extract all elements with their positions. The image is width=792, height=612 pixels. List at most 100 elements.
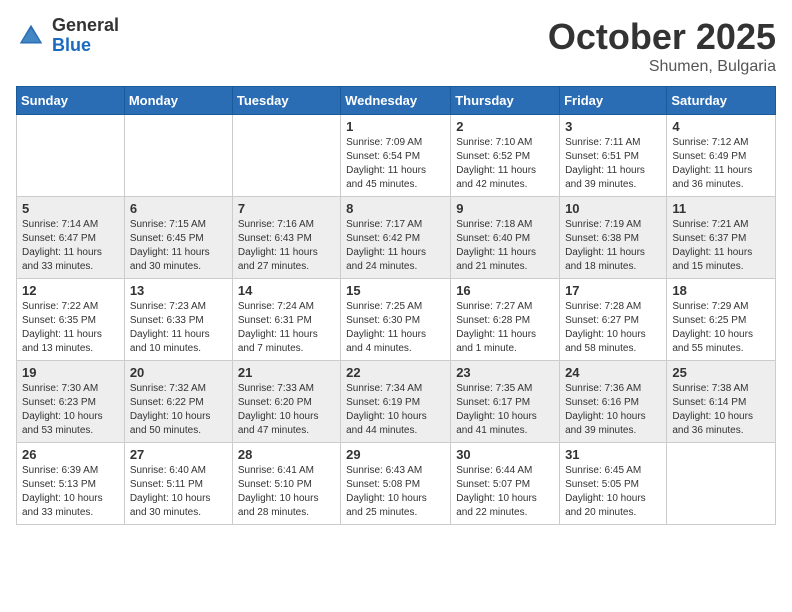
day-info: Sunrise: 7:33 AM Sunset: 6:20 PM Dayligh… [238,382,335,438]
day-info: Sunrise: 7:32 AM Sunset: 6:22 PM Dayligh… [130,382,227,438]
calendar-cell: 13 Sunrise: 7:23 AM Sunset: 6:33 PM Dayli… [124,279,232,361]
day-info: Sunrise: 7:30 AM Sunset: 6:23 PM Dayligh… [22,382,119,438]
day-info: Sunrise: 7:28 AM Sunset: 6:27 PM Dayligh… [565,300,661,356]
calendar-cell: 10 Sunrise: 7:19 AM Sunset: 6:38 PM Dayli… [560,197,667,279]
day-number: 25 [672,365,770,380]
day-info: Sunrise: 7:09 AM Sunset: 6:54 PM Dayligh… [346,136,445,192]
week-row-3: 12Sunrise: 7:22 AM Sunset: 6:35 PM Dayli… [17,279,776,361]
day-number: 24 [565,365,661,380]
calendar-cell: 4 Sunrise: 7:12 AM Sunset: 6:49 PM Daylig… [667,115,776,197]
header-day-monday: Monday [124,87,232,115]
calendar-cell: 31 Sunrise: 6:45 AM Sunset: 5:05 PM Dayli… [560,443,667,525]
day-info: Sunrise: 7:10 AM Sunset: 6:52 PM Dayligh… [456,136,554,192]
calendar-cell: 5Sunrise: 7:14 AM Sunset: 6:47 PM Daylig… [17,197,125,279]
calendar-cell [124,115,232,197]
day-number: 5 [22,201,119,216]
day-number: 9 [456,201,554,216]
day-number: 7 [238,201,335,216]
day-number: 26 [22,447,119,462]
day-number: 14 [238,283,335,298]
day-number: 30 [456,447,554,462]
day-info: Sunrise: 7:35 AM Sunset: 6:17 PM Dayligh… [456,382,554,438]
day-info: Sunrise: 7:18 AM Sunset: 6:40 PM Dayligh… [456,218,554,274]
header-row: SundayMondayTuesdayWednesdayThursdayFrid… [17,87,776,115]
calendar-cell: 11 Sunrise: 7:21 AM Sunset: 6:37 PM Dayli… [667,197,776,279]
day-number: 3 [565,119,661,134]
day-number: 22 [346,365,445,380]
calendar-cell: 2 Sunrise: 7:10 AM Sunset: 6:52 PM Daylig… [451,115,560,197]
calendar-cell: 8Sunrise: 7:17 AM Sunset: 6:42 PM Daylig… [341,197,451,279]
day-number: 31 [565,447,661,462]
header-day-friday: Friday [560,87,667,115]
calendar-cell: 21 Sunrise: 7:33 AM Sunset: 6:20 PM Dayli… [232,361,340,443]
day-number: 8 [346,201,445,216]
header-day-wednesday: Wednesday [341,87,451,115]
day-number: 4 [672,119,770,134]
day-number: 11 [672,201,770,216]
day-info: Sunrise: 6:45 AM Sunset: 5:05 PM Dayligh… [565,464,661,520]
header-day-tuesday: Tuesday [232,87,340,115]
location-title: Shumen, Bulgaria [548,58,776,76]
day-number: 23 [456,365,554,380]
day-info: Sunrise: 7:38 AM Sunset: 6:14 PM Dayligh… [672,382,770,438]
day-number: 21 [238,365,335,380]
calendar-cell: 30 Sunrise: 6:44 AM Sunset: 5:07 PM Dayli… [451,443,560,525]
day-info: Sunrise: 7:19 AM Sunset: 6:38 PM Dayligh… [565,218,661,274]
header: General Blue October 2025 Shumen, Bulgar… [16,16,776,76]
day-number: 12 [22,283,119,298]
calendar-table: SundayMondayTuesdayWednesdayThursdayFrid… [16,86,776,525]
calendar-cell: 18 Sunrise: 7:29 AM Sunset: 6:25 PM Dayli… [667,279,776,361]
calendar-cell: 1Sunrise: 7:09 AM Sunset: 6:54 PM Daylig… [341,115,451,197]
day-number: 16 [456,283,554,298]
day-info: Sunrise: 7:29 AM Sunset: 6:25 PM Dayligh… [672,300,770,356]
calendar-cell: 6Sunrise: 7:15 AM Sunset: 6:45 PM Daylig… [124,197,232,279]
calendar-cell: 7 Sunrise: 7:16 AM Sunset: 6:43 PM Daylig… [232,197,340,279]
calendar-cell [232,115,340,197]
header-day-sunday: Sunday [17,87,125,115]
logo-blue-text: Blue [52,36,119,56]
calendar-cell: 24 Sunrise: 7:36 AM Sunset: 6:16 PM Dayli… [560,361,667,443]
day-info: Sunrise: 7:27 AM Sunset: 6:28 PM Dayligh… [456,300,554,356]
title-section: October 2025 Shumen, Bulgaria [548,16,776,76]
calendar-cell: 25 Sunrise: 7:38 AM Sunset: 6:14 PM Dayli… [667,361,776,443]
month-title: October 2025 [548,16,776,58]
day-number: 2 [456,119,554,134]
calendar-cell [667,443,776,525]
calendar-cell: 29Sunrise: 6:43 AM Sunset: 5:08 PM Dayli… [341,443,451,525]
calendar-cell: 26 Sunrise: 6:39 AM Sunset: 5:13 PM Dayli… [17,443,125,525]
day-info: Sunrise: 7:34 AM Sunset: 6:19 PM Dayligh… [346,382,445,438]
week-row-1: 1Sunrise: 7:09 AM Sunset: 6:54 PM Daylig… [17,115,776,197]
day-number: 6 [130,201,227,216]
calendar-cell: 9 Sunrise: 7:18 AM Sunset: 6:40 PM Daylig… [451,197,560,279]
calendar-cell: 20Sunrise: 7:32 AM Sunset: 6:22 PM Dayli… [124,361,232,443]
calendar-cell: 12Sunrise: 7:22 AM Sunset: 6:35 PM Dayli… [17,279,125,361]
day-info: Sunrise: 6:39 AM Sunset: 5:13 PM Dayligh… [22,464,119,520]
day-info: Sunrise: 7:12 AM Sunset: 6:49 PM Dayligh… [672,136,770,192]
day-number: 19 [22,365,119,380]
day-number: 15 [346,283,445,298]
calendar-cell: 19 Sunrise: 7:30 AM Sunset: 6:23 PM Dayli… [17,361,125,443]
day-number: 18 [672,283,770,298]
day-info: Sunrise: 6:41 AM Sunset: 5:10 PM Dayligh… [238,464,335,520]
day-info: Sunrise: 7:36 AM Sunset: 6:16 PM Dayligh… [565,382,661,438]
day-info: Sunrise: 7:21 AM Sunset: 6:37 PM Dayligh… [672,218,770,274]
calendar-cell: 15Sunrise: 7:25 AM Sunset: 6:30 PM Dayli… [341,279,451,361]
calendar-cell: 27Sunrise: 6:40 AM Sunset: 5:11 PM Dayli… [124,443,232,525]
logo-general-text: General [52,16,119,36]
calendar-cell: 23 Sunrise: 7:35 AM Sunset: 6:17 PM Dayli… [451,361,560,443]
day-info: Sunrise: 6:43 AM Sunset: 5:08 PM Dayligh… [346,464,445,520]
header-day-thursday: Thursday [451,87,560,115]
calendar-cell: 16 Sunrise: 7:27 AM Sunset: 6:28 PM Dayli… [451,279,560,361]
logo: General Blue [16,16,119,56]
day-info: Sunrise: 7:23 AM Sunset: 6:33 PM Dayligh… [130,300,227,356]
day-number: 10 [565,201,661,216]
week-row-2: 5Sunrise: 7:14 AM Sunset: 6:47 PM Daylig… [17,197,776,279]
day-info: Sunrise: 7:11 AM Sunset: 6:51 PM Dayligh… [565,136,661,192]
calendar-cell: 14Sunrise: 7:24 AM Sunset: 6:31 PM Dayli… [232,279,340,361]
day-info: Sunrise: 6:44 AM Sunset: 5:07 PM Dayligh… [456,464,554,520]
header-day-saturday: Saturday [667,87,776,115]
day-number: 28 [238,447,335,462]
day-number: 13 [130,283,227,298]
day-info: Sunrise: 7:16 AM Sunset: 6:43 PM Dayligh… [238,218,335,274]
calendar-cell [17,115,125,197]
